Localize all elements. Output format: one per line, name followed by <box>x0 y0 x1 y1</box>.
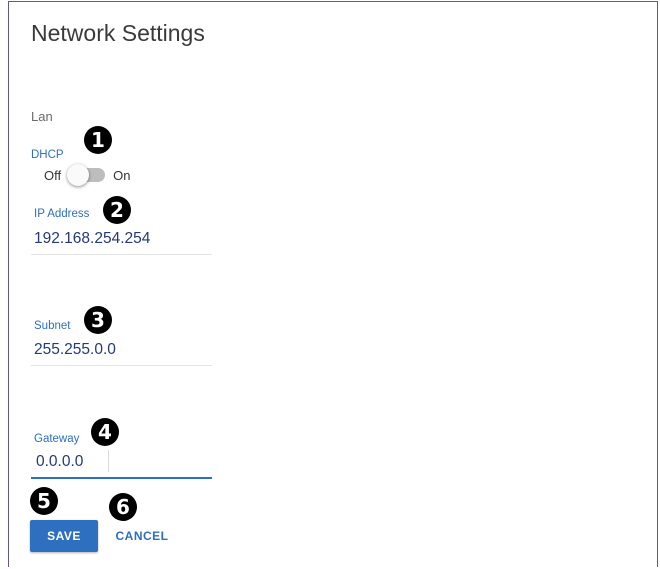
cancel-button[interactable]: CANCEL <box>108 520 176 552</box>
callout-3-badge: 3 <box>84 306 112 334</box>
callout-4-badge: 4 <box>91 418 119 446</box>
dhcp-off-label: Off <box>44 167 62 183</box>
subnet-label: Subnet <box>34 320 71 332</box>
dhcp-toggle-knob <box>67 164 90 186</box>
lan-section-label: Lan <box>31 109 53 124</box>
ip-address-underline <box>31 254 212 255</box>
callout-1-badge: 1 <box>84 126 112 154</box>
text-cursor <box>108 450 109 472</box>
gateway-field[interactable]: 0.0.0.0 <box>36 453 83 471</box>
dhcp-on-label: On <box>113 167 131 183</box>
callout-2-badge: 2 <box>103 196 131 224</box>
dhcp-label: DHCP <box>31 149 64 161</box>
callout-5-badge: 5 <box>30 487 58 515</box>
page-title: Network Settings <box>31 20 205 46</box>
dhcp-toggle-row: Off On <box>44 164 130 186</box>
save-button[interactable]: SAVE <box>30 520 98 552</box>
gateway-label: Gateway <box>34 433 80 445</box>
dhcp-toggle[interactable] <box>67 164 107 186</box>
gateway-underline <box>31 477 212 479</box>
ip-address-label: IP Address <box>34 208 90 220</box>
subnet-underline <box>31 365 212 366</box>
ip-address-field[interactable]: 192.168.254.254 <box>34 230 150 248</box>
subnet-field[interactable]: 255.255.0.0 <box>34 341 116 359</box>
callout-6-badge: 6 <box>109 493 137 521</box>
settings-panel <box>8 1 658 567</box>
